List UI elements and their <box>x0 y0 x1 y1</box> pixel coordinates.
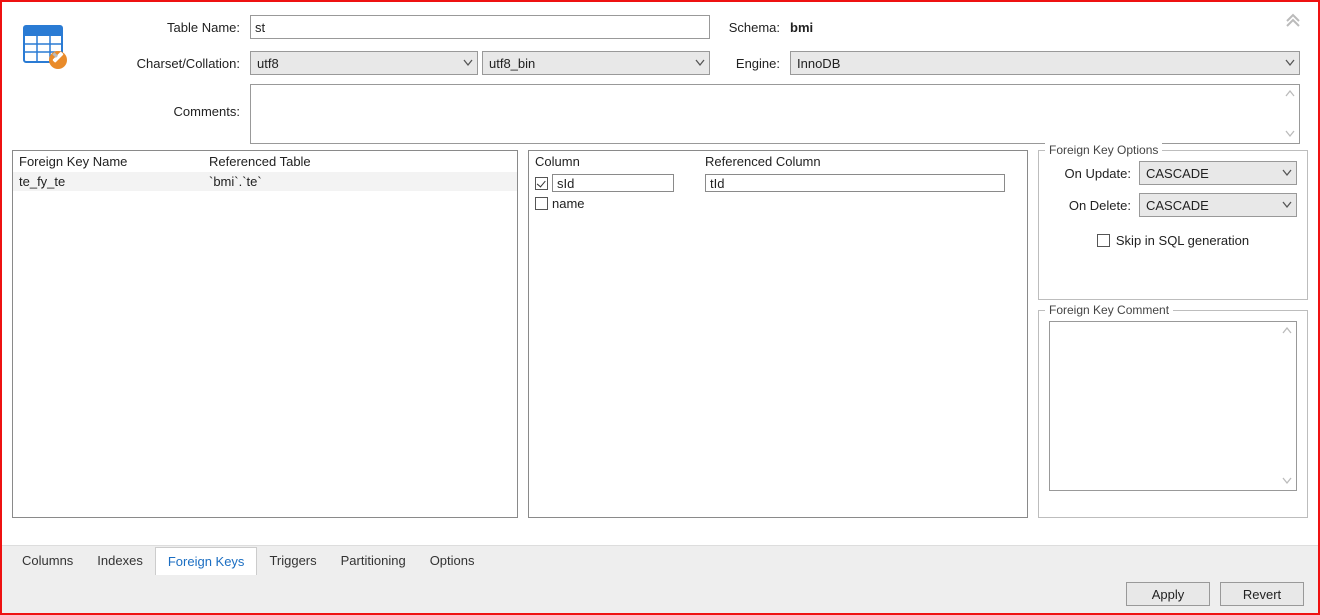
column-checkbox[interactable] <box>535 177 548 190</box>
charset-select[interactable]: utf8 <box>250 51 478 75</box>
engine-select[interactable]: InnoDB <box>790 51 1300 75</box>
on-delete-label: On Delete: <box>1049 198 1139 213</box>
table-name-label: Table Name: <box>95 20 250 35</box>
fk-comment-legend: Foreign Key Comment <box>1045 303 1173 317</box>
fk-list-panel: Foreign Key Name Referenced Table te_fy_… <box>12 150 518 518</box>
table-editor-window: Table Name: Schema: bmi Charset/Collatio… <box>0 0 1320 615</box>
scroll-up-icon[interactable] <box>1280 324 1294 338</box>
ref-table-header: Referenced Table <box>209 154 311 169</box>
chevron-down-icon <box>695 58 705 68</box>
foreign-keys-editor: Foreign Key Name Referenced Table te_fy_… <box>2 150 1318 518</box>
skip-sql-label: Skip in SQL generation <box>1116 233 1249 248</box>
fk-comment-textarea[interactable] <box>1049 321 1297 491</box>
fk-columns-panel: Column Referenced Column name <box>528 150 1028 518</box>
collation-value: utf8_bin <box>489 56 535 71</box>
fk-name-header: Foreign Key Name <box>19 154 209 169</box>
fk-columns-header: Column Referenced Column <box>529 151 1027 172</box>
tab-partitioning[interactable]: Partitioning <box>329 547 418 574</box>
charset-value: utf8 <box>257 56 279 71</box>
collapse-panel-icon[interactable] <box>1284 10 1302 31</box>
chevron-down-icon <box>1282 200 1292 210</box>
chevron-down-icon <box>1282 168 1292 178</box>
on-update-label: On Update: <box>1049 166 1139 181</box>
on-update-select[interactable]: CASCADE <box>1139 161 1297 185</box>
on-update-value: CASCADE <box>1146 166 1209 181</box>
ref-column-header: Referenced Column <box>705 154 821 169</box>
on-delete-select[interactable]: CASCADE <box>1139 193 1297 217</box>
column-header: Column <box>535 154 705 169</box>
table-icon <box>20 12 95 144</box>
comments-label: Comments: <box>95 84 250 119</box>
fk-right-column: Foreign Key Options On Update: CASCADE O… <box>1038 150 1308 518</box>
scroll-down-icon[interactable] <box>1280 474 1294 488</box>
column-checkbox[interactable] <box>535 197 548 210</box>
engine-value: InnoDB <box>797 56 840 71</box>
fk-comment-fieldset: Foreign Key Comment <box>1038 310 1308 518</box>
table-properties-form: Table Name: Schema: bmi Charset/Collatio… <box>2 2 1318 150</box>
column-name-label: name <box>552 196 585 211</box>
fk-column-row[interactable] <box>529 172 1027 194</box>
skip-sql-checkbox[interactable] <box>1097 234 1110 247</box>
collation-select[interactable]: utf8_bin <box>482 51 710 75</box>
chevron-down-icon <box>463 58 473 68</box>
fk-name-cell: te_fy_te <box>19 174 209 189</box>
on-delete-value: CASCADE <box>1146 198 1209 213</box>
schema-value: bmi <box>790 20 813 35</box>
chevron-down-icon <box>1285 58 1295 68</box>
table-name-input[interactable] <box>250 15 710 39</box>
tab-triggers[interactable]: Triggers <box>257 547 328 574</box>
apply-button[interactable]: Apply <box>1126 582 1210 606</box>
fk-options-fieldset: Foreign Key Options On Update: CASCADE O… <box>1038 150 1308 300</box>
ref-column-input[interactable] <box>705 174 1005 192</box>
tab-options[interactable]: Options <box>418 547 487 574</box>
tab-foreign-keys[interactable]: Foreign Keys <box>155 547 258 575</box>
revert-button[interactable]: Revert <box>1220 582 1304 606</box>
fk-row[interactable]: te_fy_te `bmi`.`te` <box>13 172 517 191</box>
fk-list-header: Foreign Key Name Referenced Table <box>13 151 517 172</box>
column-name-input[interactable] <box>552 174 674 192</box>
action-bar: Apply Revert <box>2 575 1318 613</box>
schema-label: Schema: <box>710 20 790 35</box>
fk-options-legend: Foreign Key Options <box>1045 143 1162 157</box>
scroll-down-icon[interactable] <box>1283 127 1297 141</box>
tab-indexes[interactable]: Indexes <box>85 547 155 574</box>
editor-tabs: Columns Indexes Foreign Keys Triggers Pa… <box>2 545 1318 575</box>
engine-label: Engine: <box>710 56 790 71</box>
comments-textarea[interactable] <box>250 84 1300 144</box>
fk-column-row[interactable]: name <box>529 194 1027 213</box>
charset-label: Charset/Collation: <box>95 56 250 71</box>
scroll-up-icon[interactable] <box>1283 87 1297 101</box>
fk-ref-cell: `bmi`.`te` <box>209 174 262 189</box>
tab-columns[interactable]: Columns <box>10 547 85 574</box>
